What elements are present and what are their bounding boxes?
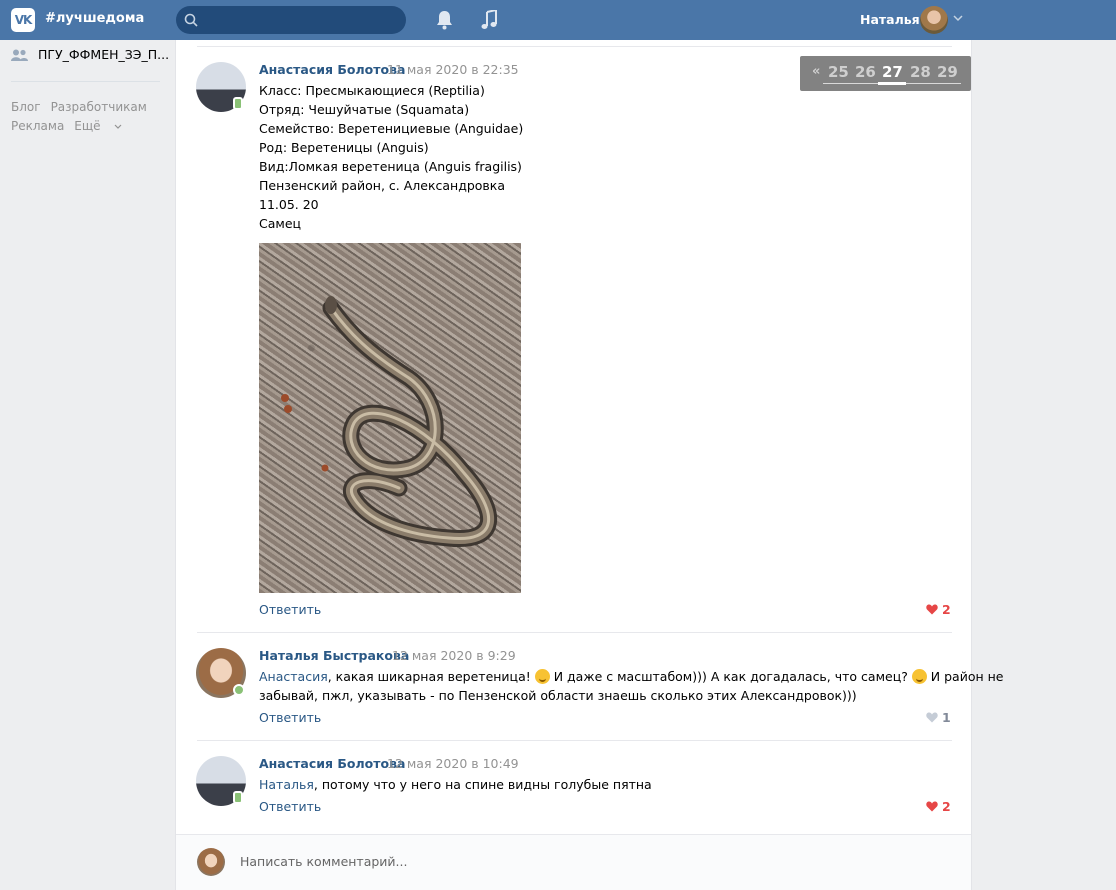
- link-developers[interactable]: Разработчикам: [51, 100, 147, 114]
- comment-author[interactable]: Наталья Быстракова: [259, 648, 409, 663]
- comment-text: И район не: [926, 669, 1004, 684]
- page-link[interactable]: 29: [937, 63, 958, 81]
- comment-author[interactable]: Анастасия Болотова: [259, 756, 405, 771]
- more-label: Ещё: [74, 119, 101, 133]
- music-icon[interactable]: [481, 10, 498, 30]
- smile-emoji-icon: [534, 669, 550, 684]
- heart-icon: [926, 604, 938, 615]
- reply-button[interactable]: Ответить: [259, 602, 321, 617]
- comment-text-line: Семейство: Веретенициевые (Anguidae): [259, 121, 524, 136]
- like-button[interactable]: 2: [926, 799, 951, 814]
- comment-date[interactable]: 12 мая 2020 в 10:49: [387, 756, 519, 771]
- page-link-current[interactable]: 27: [882, 63, 903, 81]
- user-avatar[interactable]: [920, 6, 948, 34]
- divider: [197, 46, 952, 47]
- like-count: 2: [942, 602, 951, 617]
- sidebar-item-label: ПГУ_ФФМЕН_ЗЭ_П...: [38, 47, 170, 62]
- reply-button[interactable]: Ответить: [259, 799, 321, 814]
- comment-text-line: Пензенский район, с. Александровка: [259, 178, 506, 193]
- mention-link[interactable]: Анастасия: [259, 669, 328, 684]
- heart-icon: [926, 712, 938, 723]
- page-link[interactable]: 28: [910, 63, 931, 81]
- page-link[interactable]: 26: [855, 63, 876, 81]
- like-button[interactable]: 1: [926, 710, 951, 725]
- comment-input[interactable]: Написать комментарий...: [240, 854, 407, 869]
- like-count: 2: [942, 799, 951, 814]
- mention-link[interactable]: Наталья: [259, 777, 314, 792]
- link-ads[interactable]: Реклама: [11, 119, 64, 133]
- user-name[interactable]: Наталья: [860, 12, 920, 27]
- top-bar: VK #лучшедома Наталья: [0, 0, 1116, 40]
- mobile-online-icon: [233, 791, 243, 804]
- vk-logo[interactable]: VK: [11, 8, 35, 32]
- footer-links-row: Блог Разработчикам: [11, 100, 157, 114]
- mobile-online-icon: [233, 97, 243, 110]
- avatar: [197, 848, 225, 876]
- divider: [197, 740, 952, 741]
- pager-prev-button[interactable]: «: [812, 64, 820, 79]
- chevron-down-icon: [114, 124, 122, 129]
- reply-button[interactable]: Ответить: [259, 710, 321, 725]
- pager-underline: [906, 83, 961, 84]
- comment-date[interactable]: 12 мая 2020 в 9:29: [392, 648, 516, 663]
- pagination: « 25 26 27 28 29: [800, 56, 971, 91]
- sidebar-divider: [11, 81, 160, 82]
- search-input[interactable]: [176, 6, 406, 34]
- comment-text-line: Самец: [259, 216, 302, 231]
- comment-text-line: Вид:Ломкая веретеница (Anguis fragilis): [259, 159, 522, 174]
- comment-date[interactable]: 11 мая 2020 в 22:35: [387, 62, 519, 77]
- comment-text-line: забывай, пжл, указывать - по Пензенской …: [259, 688, 857, 703]
- comment-text: И даже с масштабом))) А как догадалась, …: [549, 669, 908, 684]
- comment-author[interactable]: Анастасия Болотова: [259, 62, 405, 77]
- chevron-down-icon[interactable]: [953, 14, 963, 22]
- comment-text: , потому что у него на спине видны голуб…: [313, 777, 652, 792]
- grin-emoji-icon: [911, 669, 927, 684]
- users-icon: [11, 49, 28, 61]
- search-icon: [184, 13, 198, 27]
- divider: [197, 632, 952, 633]
- comment-composer: Написать комментарий...: [176, 834, 971, 890]
- like-count: 1: [942, 710, 951, 725]
- footer-links-row: Реклама Ещё: [11, 119, 132, 133]
- snake-illustration: [281, 296, 497, 548]
- comment-text-line: Анастасия, какая шикарная веретеница! И …: [259, 669, 1004, 684]
- comment-text-line: 11.05. 20: [259, 197, 319, 212]
- pager-current-underline: [878, 82, 906, 85]
- pager-underline: [823, 83, 878, 84]
- comment-text: , какая шикарная веретеница!: [327, 669, 531, 684]
- comment-text-line: Род: Веретеницы (Anguis): [259, 140, 429, 155]
- comment-text-line: Наталья, потому что у него на спине видн…: [259, 777, 652, 792]
- sidebar-item-group[interactable]: ПГУ_ФФМЕН_ЗЭ_П...: [11, 47, 169, 62]
- page-title[interactable]: #лучшедома: [45, 11, 144, 26]
- attached-photo[interactable]: [259, 243, 521, 593]
- comment-text-line: Класс: Пресмыкающиеся (Reptilia): [259, 83, 485, 98]
- link-blog[interactable]: Блог: [11, 100, 41, 114]
- comment-text-line: Отряд: Чешуйчатые (Squamata): [259, 102, 470, 117]
- online-indicator: [233, 684, 245, 696]
- link-more[interactable]: Ещё: [74, 119, 122, 133]
- page-link[interactable]: 25: [828, 63, 849, 81]
- like-button[interactable]: 2: [926, 602, 951, 617]
- comments-card: Анастасия Болотова 11 мая 2020 в 22:35 К…: [175, 40, 1004, 890]
- bell-icon[interactable]: [436, 10, 453, 30]
- heart-icon: [926, 801, 938, 812]
